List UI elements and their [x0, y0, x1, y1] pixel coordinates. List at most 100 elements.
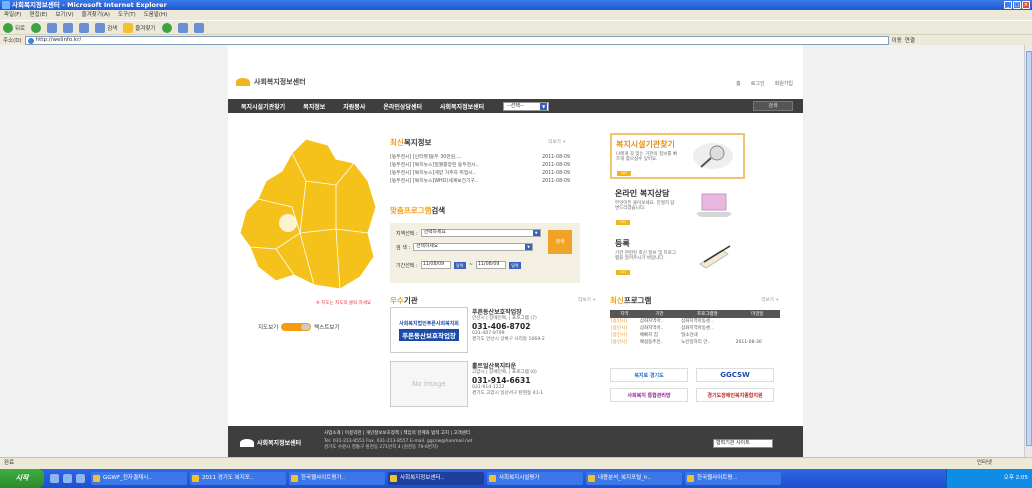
home-button[interactable] [79, 22, 90, 33]
gyeonggi-map[interactable] [236, 137, 384, 292]
menu-edit[interactable]: 편집(E) [30, 10, 48, 20]
phone-number: 031-914-6631 [472, 376, 531, 385]
news-more-link[interactable]: 더보기 + [548, 139, 566, 145]
status-zone: 인터넷 [976, 460, 992, 466]
back-arrow-icon [3, 22, 13, 33]
map-toggle-switch[interactable] [281, 323, 312, 331]
banner-ggcsw[interactable]: GGCSW [696, 368, 774, 382]
region-select[interactable]: 선택하세요 [420, 229, 541, 237]
vertical-scrollbar[interactable] [1024, 45, 1032, 457]
scrollbar-thumb[interactable] [1026, 51, 1032, 446]
forward-button[interactable] [31, 22, 42, 33]
nav-facility-search[interactable]: 복지시설기관찾기 [232, 102, 294, 111]
toplink-home[interactable]: 홈 [736, 80, 741, 87]
list-item[interactable]: [동두천시] [복지뉴스]게양 거주자 취업시.. 2011-08-09 [390, 170, 580, 178]
mail-button[interactable] [177, 22, 188, 33]
taskbar-item[interactable]: 사회복지시설평가 [487, 472, 583, 485]
register-go-button[interactable]: GO [616, 270, 630, 275]
excellent-more-link[interactable]: 더보기 + [578, 297, 596, 303]
nav-search-button[interactable]: 검색 [753, 101, 793, 111]
banner-integrated[interactable]: 사회복지 통합관리망 [610, 388, 688, 402]
program-search-form: 지역선택 : 선택하세요 검 색 : 선택하세요 기간선택 : 11/08/09… [390, 223, 580, 283]
calendar-icon[interactable]: 달력 [508, 261, 521, 269]
go-button[interactable]: 이동 [892, 36, 902, 44]
forward-arrow-icon [31, 22, 42, 33]
toplink-join[interactable]: 회원가입 [775, 80, 793, 87]
status-bar: 완료 인터넷 [0, 457, 1032, 469]
list-item[interactable]: No Image 홀트일산복지타운 고양시 | 장애인복, | 프로그램 (0)… [390, 361, 543, 407]
nav-info-center[interactable]: 사회복지정보센터 [431, 102, 493, 111]
list-item[interactable]: [동두천시] [복지뉴스]일월중앙된 동두천시.. 2011-08-09 [390, 162, 580, 170]
banner-bokjiro[interactable]: 복지로 경기도 [610, 368, 688, 382]
menu-file[interactable]: 파일(F) [4, 10, 22, 20]
taskbar-item[interactable]: 한국웹사이트평... [685, 472, 781, 485]
table-row[interactable]: [용인시] 예뻐지 집 밀소안내 [610, 332, 780, 339]
minimize-button[interactable]: _ [1004, 1, 1012, 9]
nav-welfare-info[interactable]: 복지정보 [294, 102, 334, 111]
toplink-login[interactable]: 로그인 [751, 80, 765, 87]
pen-icon [699, 245, 731, 269]
global-nav: 복지시설기관찾기 복지정보 자원봉사 온라인상담센터 사회복지정보센터 --선택… [228, 99, 803, 113]
address-input[interactable]: http://welinfo.kr/ [24, 35, 889, 45]
stop-button[interactable] [47, 22, 58, 33]
facility-go-button[interactable]: GO [617, 171, 631, 176]
type-select[interactable]: 선택하세요 [413, 243, 534, 251]
list-item[interactable]: 사회복지법인푸른사회복지회 푸른동산보호작업장 푸른동산보호작업장 안산시 | … [390, 307, 545, 353]
search-button[interactable]: 검색 [95, 22, 117, 33]
site-footer: 사회복지정보센터 사업소개 | 이용약관 | 개인정보보호정책 | 책임의 한계… [228, 426, 803, 457]
ie-icon [2, 1, 10, 9]
latest-programs: 최신프로그램 더보기 + 지역 기관 프로그램명 마감일 [용인시] 삼화지역아.… [610, 296, 780, 346]
institution-name[interactable]: 홀트일산복지타운 [472, 361, 543, 370]
taskbar-item[interactable]: 내용분석_복지포털_h.. [586, 472, 682, 485]
list-item[interactable]: [동두천시] [복지뉴스]WHO(세계보건기구.. 2011-08-09 [390, 178, 580, 186]
taskbar-item[interactable]: GGWF_전자결재시.. [91, 472, 187, 485]
quicklaunch-icon[interactable] [63, 474, 72, 483]
refresh-icon [63, 22, 74, 33]
site-page: 사회복지정보센터 홈 로그인 회원가입 복지시설기관찾기 복지정보 자원봉사 온… [228, 45, 803, 457]
nav-online-counsel[interactable]: 온라인상담센터 [374, 102, 431, 111]
institution-image: 사회복지법인푸른사회복지회 푸른동산보호작업장 [390, 307, 468, 353]
start-button[interactable]: 시작 [0, 469, 44, 488]
date-from-input[interactable]: 11/08/09 [420, 261, 451, 269]
site-logo[interactable]: 사회복지정보센터 [236, 77, 306, 87]
taskbar-item[interactable]: 한국웹사이트평가.. [289, 472, 385, 485]
calendar-icon[interactable]: 달력 [453, 261, 466, 269]
programs-more-link[interactable]: 더보기 + [761, 297, 779, 303]
footer-links[interactable]: 사업소개 | 이용약관 | 개인정보보호정책 | 책임의 한계와 법적 고지 |… [324, 430, 470, 436]
online-counsel-box[interactable]: 온라인 복지상담 무엇이든 물어보세요. 친절히 답변드리겠습니다. GO [610, 183, 745, 231]
register-box[interactable]: 등록 기관 관련된 최신 정보 및 프로그램을 알려주시기 바랍니다. GO [610, 233, 745, 279]
quicklaunch-icon[interactable] [50, 474, 59, 483]
nav-select[interactable]: --선택-- [503, 101, 550, 111]
banner-disabled-support[interactable]: 경기도장애인복지종합지원 [696, 388, 774, 402]
history-button[interactable] [161, 22, 172, 33]
address-label: 주소(D) [3, 38, 22, 44]
print-button[interactable] [193, 22, 204, 33]
table-row[interactable]: [용인시] 삼화지역아.. 삼화지역아동센.. [610, 318, 780, 325]
quick-launch [50, 474, 85, 483]
back-button[interactable]: 뒤로 [3, 22, 25, 33]
quicklaunch-icon[interactable] [76, 474, 85, 483]
maximize-button[interactable]: □ [1013, 1, 1021, 9]
taskbar-item[interactable]: 사회복지정보센터.. [388, 472, 484, 485]
close-button[interactable]: × [1022, 1, 1030, 9]
nav-volunteer[interactable]: 자원봉사 [334, 102, 374, 111]
refresh-button[interactable] [63, 22, 74, 33]
date-to-input[interactable]: 11/08/09 [475, 261, 506, 269]
menu-view[interactable]: 보기(V) [55, 10, 73, 20]
favorites-button[interactable]: 즐겨찾기 [123, 22, 156, 33]
excellent-institutions: 우수기관 더보기 + 사회복지법인푸른사회복지회 푸른동산보호작업장 푸른동산보… [390, 295, 596, 407]
program-search-button[interactable]: 검색 [548, 230, 572, 254]
menu-tools[interactable]: 도구(T) [118, 10, 136, 20]
table-row[interactable]: [용인시] 삼화지역아.. 삼화지역아동센.. [610, 325, 780, 332]
institution-name[interactable]: 푸른동산보호작업장 [472, 307, 545, 316]
table-row[interactable]: [용인시] 예섬동주민.. 노인일자리 안.. 2011-08-30 [610, 339, 780, 346]
counsel-go-button[interactable]: GO [616, 220, 630, 225]
stop-icon [47, 22, 58, 33]
links-button[interactable]: 연결 [905, 36, 915, 44]
taskbar-item[interactable]: 2011 경기도 복지포.. [190, 472, 286, 485]
menu-favorites[interactable]: 즐겨찾기(A) [82, 10, 110, 20]
list-item[interactable]: [동두천시] [인터뷰]동두 30만원,... 2011-08-09 [390, 154, 580, 162]
facility-search-box[interactable]: 복지시설기관찾기 나에게 꼭 맞는 기관의 정보를 빠르게 찾으실수 있어요. … [610, 133, 745, 179]
partner-site-select[interactable]: 협력기관 사이트 [713, 439, 773, 448]
menu-help[interactable]: 도움말(H) [144, 10, 168, 20]
